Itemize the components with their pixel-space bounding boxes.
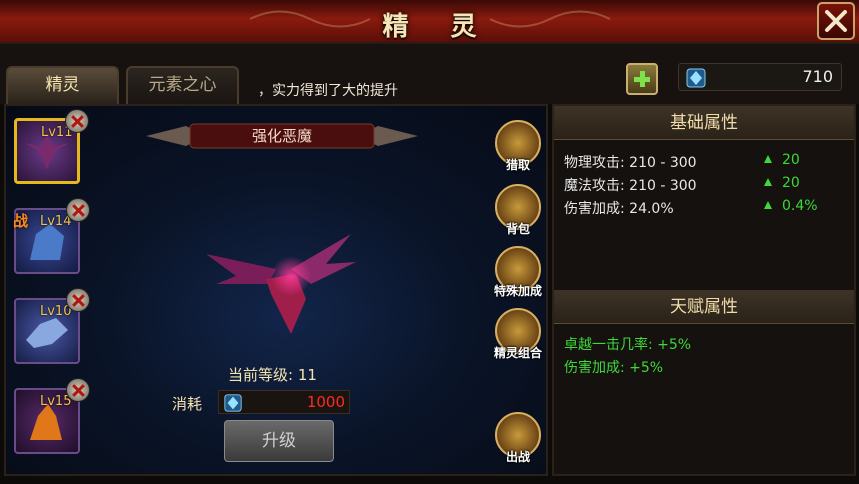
stat-label: 伤害加成: 24.0% (564, 201, 674, 217)
special-bonus-button[interactable]: 特殊加成 (490, 246, 546, 304)
stat-damage-bonus: 伤害加成: 24.0% 0.4% (564, 198, 818, 218)
stat-label: 物理攻击: 210 - 300 (564, 155, 697, 171)
add-currency-button[interactable] (626, 63, 658, 95)
pet-combo-label: 精灵组合 (493, 346, 542, 360)
pet-name: 强化恶魔 (251, 127, 312, 145)
increase-value: 0.4% (782, 198, 818, 214)
talent-attributes-heading: 天赋属性 (554, 290, 854, 324)
pet-level: Lv10 (40, 304, 72, 319)
gem-icon (686, 68, 706, 88)
stat-increase: 0.4% (764, 198, 818, 214)
deploy-button[interactable]: 出战 (490, 412, 546, 470)
cost-label: 消耗 (172, 395, 203, 413)
notice-text: ，实力得到了大的提升 (258, 83, 398, 99)
pet-slot-3[interactable]: Lv10 (14, 288, 90, 364)
level-label: 当前等级: (228, 366, 294, 384)
currency-display: 710 (678, 63, 842, 91)
attributes-panel: 基础属性 物理攻击: 210 - 300 20 魔法攻击: 210 - 300 … (552, 104, 856, 476)
cost-display: 1000 (218, 390, 350, 414)
base-attributes-heading: 基础属性 (554, 106, 854, 140)
backpack-button[interactable]: 背包 (490, 184, 546, 242)
cost-value: 1000 (306, 393, 345, 411)
pet-level: Lv14 (40, 214, 72, 229)
remove-pet-icon[interactable] (66, 198, 90, 222)
upgrade-button[interactable]: 升级 (224, 420, 334, 462)
window-title: 精灵 (382, 12, 519, 42)
talent-crit-chance: 卓越一击几率: +5% (564, 337, 692, 353)
battle-tag: 战 (13, 212, 29, 230)
level-value: 11 (297, 366, 317, 384)
up-arrow-icon (764, 201, 772, 209)
close-button[interactable] (817, 2, 855, 40)
stat-increase: 20 (764, 175, 800, 191)
stat-increase: 20 (764, 152, 800, 168)
stat-magic-attack: 魔法攻击: 210 - 300 20 (564, 175, 800, 195)
pet-level: Lv15 (40, 394, 72, 409)
capture-label: 猎取 (505, 158, 530, 172)
tab-spirit[interactable]: 精灵 (6, 66, 119, 104)
stat-label: 魔法攻击: 210 - 300 (564, 178, 697, 194)
pet-slot-1[interactable]: Lv11 (14, 109, 89, 184)
currency-value: 710 (802, 67, 833, 86)
close-icon (825, 10, 847, 32)
pet-slot-4[interactable]: Lv15 (14, 378, 90, 454)
tab-element-heart[interactable]: 元素之心 (126, 66, 239, 104)
pet-combo-button[interactable]: 精灵组合 (490, 308, 546, 366)
stat-physical-attack: 物理攻击: 210 - 300 20 (564, 152, 800, 172)
pet-slot-2[interactable]: 战 Lv14 (13, 198, 90, 274)
up-arrow-icon (764, 178, 772, 186)
current-level: 当前等级: 11 (228, 364, 317, 385)
remove-pet-icon[interactable] (65, 109, 89, 133)
up-arrow-icon (764, 155, 772, 163)
tab-row: 精灵 元素之心 ，实力得到了大的提升 710 (0, 44, 859, 104)
special-bonus-label: 特殊加成 (493, 284, 542, 298)
remove-pet-icon[interactable] (66, 378, 90, 402)
pet-panel: Lv11 战 Lv14 Lv10 Lv15 强化恶魔 猎取 背包 特殊加成 精灵… (4, 104, 548, 476)
pet-model (206, 234, 356, 334)
capture-button[interactable]: 猎取 (490, 120, 546, 178)
remove-pet-icon[interactable] (66, 288, 90, 312)
backpack-label: 背包 (505, 222, 530, 236)
title-bar: 精灵 (0, 0, 859, 44)
talent-damage-bonus: 伤害加成: +5% (564, 360, 664, 376)
gem-icon (224, 394, 242, 412)
increase-value: 20 (782, 175, 800, 191)
deploy-label: 出战 (505, 450, 530, 464)
increase-value: 20 (782, 152, 800, 168)
